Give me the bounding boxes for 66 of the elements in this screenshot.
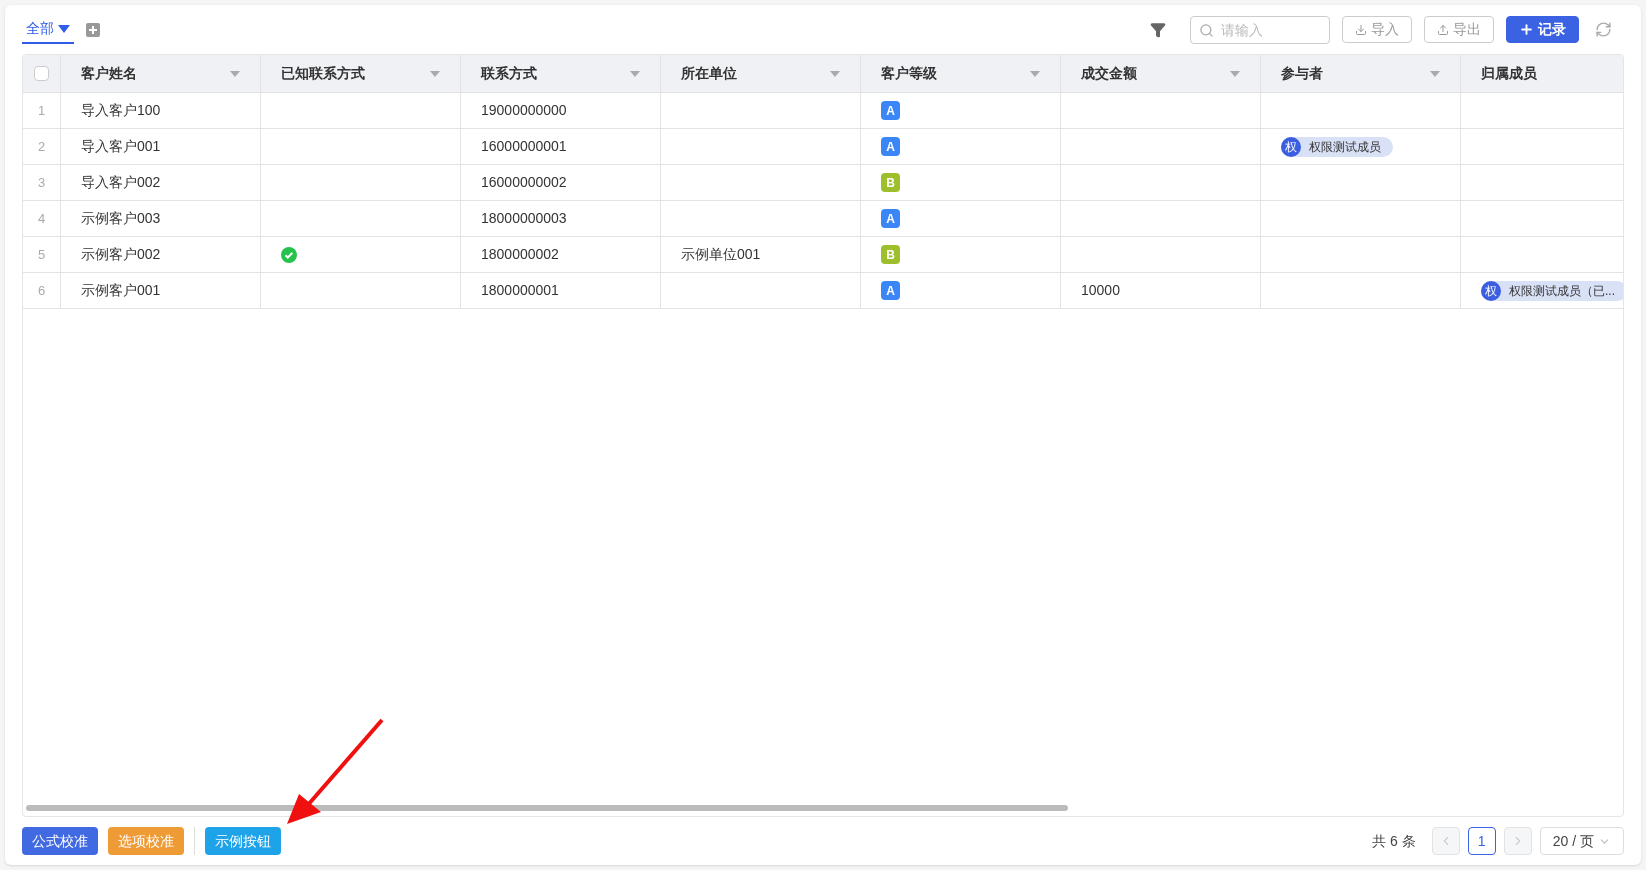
- total-count: 共 6 条: [1372, 831, 1416, 851]
- table-cell-text: 1800000001: [481, 281, 559, 300]
- level-badge: B: [881, 245, 900, 264]
- level-badge: A: [881, 281, 900, 300]
- table-cell-text: 19000000000: [481, 101, 567, 120]
- table-cell-text: 示例客户003: [81, 209, 161, 228]
- row-number: 2: [37, 137, 46, 156]
- column-menu-icon[interactable]: [830, 70, 840, 77]
- member-name: 权限测试成员: [1309, 138, 1381, 156]
- row-number: 3: [37, 173, 46, 192]
- add-view-icon[interactable]: [86, 22, 100, 37]
- search-field[interactable]: 请输入: [1190, 15, 1330, 44]
- column-menu-icon[interactable]: [630, 70, 640, 77]
- refresh-icon[interactable]: [1595, 21, 1612, 38]
- check-circle-icon: [281, 246, 297, 263]
- column-menu-icon[interactable]: [230, 70, 240, 77]
- column-header: 参与者: [1281, 64, 1323, 83]
- level-badge: A: [881, 137, 900, 156]
- download-icon: [1355, 23, 1367, 36]
- column-menu-icon[interactable]: [430, 70, 440, 77]
- table-cell-text: 示例单位001: [681, 245, 761, 264]
- select-all-checkbox[interactable]: [34, 66, 49, 81]
- column-header: 成交金额: [1081, 64, 1137, 83]
- search-icon: [1199, 22, 1214, 38]
- page-size-select[interactable]: 20 / 页: [1539, 827, 1624, 855]
- member-name: 权限测试成员（已...: [1509, 282, 1615, 300]
- table-cell-text: 示例客户002: [81, 245, 161, 264]
- row-number: 4: [37, 209, 46, 228]
- column-menu-icon[interactable]: [1030, 70, 1040, 77]
- column-header: 所在单位: [681, 64, 737, 83]
- column-header: 客户姓名: [81, 64, 137, 83]
- action-button[interactable]: 示例按钮: [205, 827, 281, 855]
- view-tab[interactable]: 全部: [22, 15, 74, 44]
- page-button[interactable]: 1: [1467, 827, 1496, 855]
- level-badge: B: [881, 173, 900, 192]
- action-button[interactable]: 公式校准: [22, 827, 98, 855]
- upload-icon: [1437, 23, 1449, 36]
- toolbar-button[interactable]: 导入: [1342, 16, 1412, 43]
- row-number: 1: [37, 101, 46, 120]
- column-menu-icon[interactable]: [1430, 70, 1440, 77]
- member-avatar: 权: [1281, 136, 1301, 157]
- column-header: 已知联系方式: [281, 64, 365, 83]
- table-cell-text: 导入客户100: [81, 101, 161, 120]
- table-cell-text: 导入客户002: [81, 173, 161, 192]
- horizontal-scrollbar[interactable]: [26, 805, 1068, 811]
- filter-icon[interactable]: [1150, 21, 1166, 38]
- member-avatar: 权: [1481, 280, 1501, 301]
- column-menu-icon[interactable]: [1230, 70, 1240, 77]
- table-cell-text: 10000: [1081, 281, 1120, 300]
- table-cell-text: 示例客户001: [81, 281, 161, 300]
- toolbar-button[interactable]: 导出: [1424, 16, 1494, 43]
- table-cell-text: 16000000001: [481, 137, 567, 156]
- table-cell-text: 1800000002: [481, 245, 559, 264]
- level-badge: A: [881, 101, 900, 120]
- column-header: 归属成员: [1481, 64, 1537, 83]
- caret-icon: [58, 24, 70, 33]
- row-number: 5: [37, 245, 46, 264]
- table-cell-text: 16000000002: [481, 173, 567, 192]
- level-badge: A: [881, 209, 900, 228]
- plus-icon: [1519, 22, 1534, 37]
- table-cell-text: 18000000003: [481, 209, 567, 228]
- column-header: 客户等级: [881, 64, 937, 83]
- table-cell-text: 导入客户001: [81, 137, 161, 156]
- add-record-button[interactable]: 记录: [1506, 16, 1579, 43]
- column-header: 联系方式: [481, 64, 537, 83]
- row-number: 6: [37, 281, 46, 300]
